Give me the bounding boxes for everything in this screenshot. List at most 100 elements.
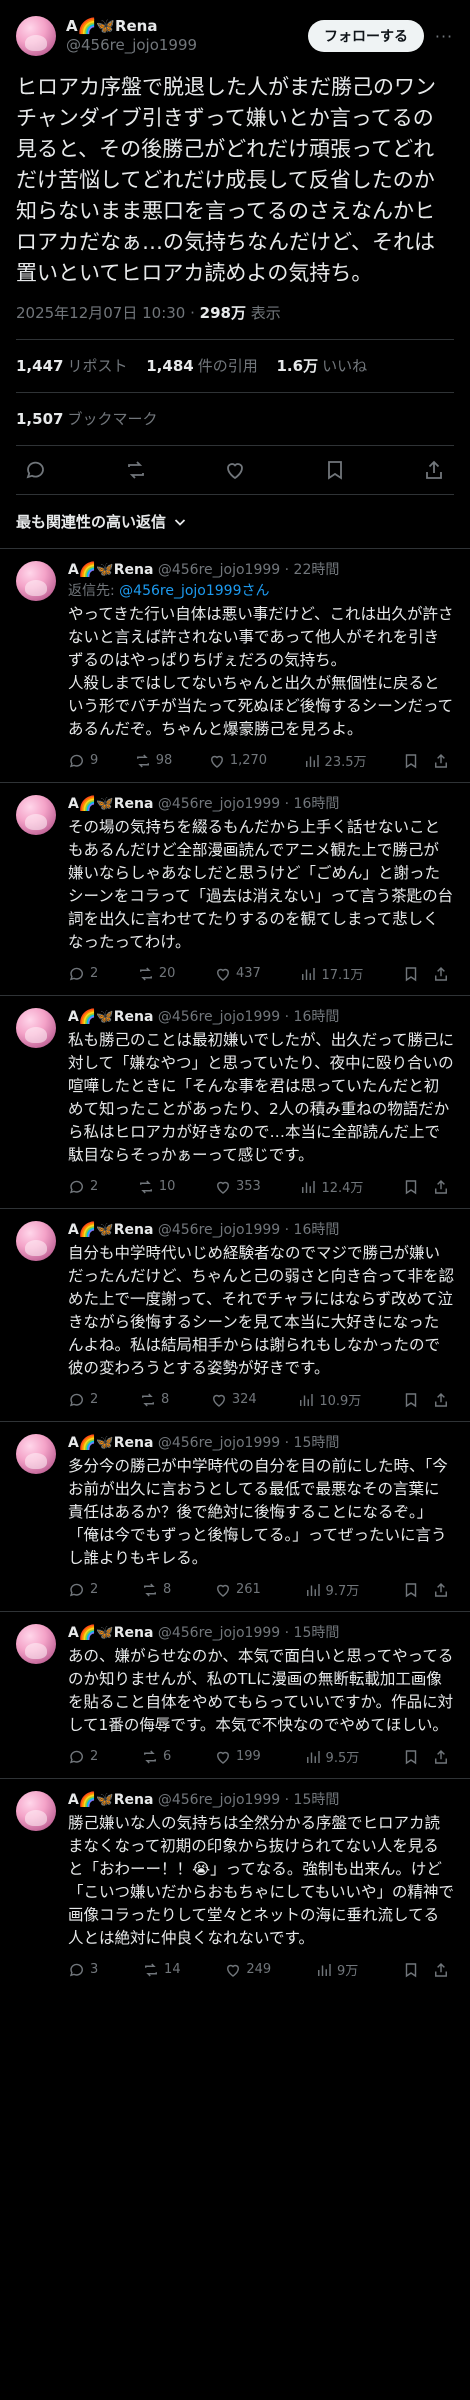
reply-author-name[interactable]: A🌈🦋Rena: [68, 562, 153, 578]
author-avatar[interactable]: [16, 16, 56, 56]
reply-author-handle[interactable]: @456re_jojo1999: [158, 562, 280, 578]
reply-item[interactable]: A🌈🦋Rena @456re_jojo1999 · 15時間 勝己嫌いな人の気持ち…: [0, 1778, 470, 1991]
quotes-stat[interactable]: 1,484 件の引用: [146, 357, 257, 375]
reply-time[interactable]: 22時間: [294, 562, 340, 578]
views-count: 9万: [336, 1964, 359, 1979]
reply-item[interactable]: A🌈🦋Rena @456re_jojo1999 · 15時間 多分今の勝己が中学時…: [0, 1421, 470, 1611]
reply-to-mention[interactable]: @456re_jojo1999さん: [119, 583, 269, 599]
share-icon[interactable]: [432, 1961, 450, 1979]
reply-time[interactable]: 16時間: [294, 1222, 340, 1238]
reply-like-button[interactable]: 353: [214, 1178, 261, 1196]
reply-views-button[interactable]: 12.4万: [299, 1177, 363, 1196]
reply-avatar[interactable]: [16, 1624, 56, 1664]
share-icon[interactable]: [432, 1391, 450, 1409]
reply-author-name[interactable]: A🌈🦋Rena: [68, 1435, 153, 1451]
reply-item[interactable]: A🌈🦋Rena @456re_jojo1999 · 16時間 自分も中学時代いじめ…: [0, 1208, 470, 1421]
bookmark-icon[interactable]: [402, 965, 420, 983]
reply-item[interactable]: A🌈🦋Rena @456re_jojo1999 · 15時間 あの、嫌がらせなのか…: [0, 1611, 470, 1778]
reply-avatar[interactable]: [16, 1008, 56, 1048]
bookmark-icon[interactable]: [323, 458, 347, 482]
reply-author-name[interactable]: A🌈🦋Rena: [68, 1009, 153, 1025]
reply-reply-button[interactable]: 2: [68, 965, 98, 983]
reply-avatar[interactable]: [16, 1434, 56, 1474]
bookmark-icon[interactable]: [402, 1178, 420, 1196]
reply-reply-button[interactable]: 2: [68, 1391, 98, 1409]
views-icon: [303, 752, 321, 770]
reply-repost-button[interactable]: 14: [142, 1961, 181, 1979]
reply-action-bar: 2 20 437 17.1万: [68, 964, 454, 983]
reply-icon[interactable]: [24, 458, 48, 482]
reply-author-handle[interactable]: @456re_jojo1999: [158, 1222, 280, 1238]
author-display-name[interactable]: A🌈🦋Rena: [66, 17, 308, 36]
repost-icon: [141, 1748, 159, 1766]
reply-like-button[interactable]: 199: [214, 1748, 261, 1766]
reply-time[interactable]: 16時間: [294, 1009, 340, 1025]
reply-time[interactable]: 15時間: [294, 1625, 340, 1641]
reply-item[interactable]: A🌈🦋Rena @456re_jojo1999 · 22時間 返信先: @456r…: [0, 548, 470, 782]
share-icon[interactable]: [432, 965, 450, 983]
reply-repost-button[interactable]: 6: [141, 1748, 171, 1766]
reply-repost-button[interactable]: 8: [141, 1581, 171, 1599]
reply-author-handle[interactable]: @456re_jojo1999: [158, 1625, 280, 1641]
reply-views-button[interactable]: 17.1万: [299, 964, 363, 983]
reply-views-button[interactable]: 10.9万: [297, 1390, 361, 1409]
bookmark-icon[interactable]: [402, 752, 420, 770]
reply-author-handle[interactable]: @456re_jojo1999: [158, 1435, 280, 1451]
reply-like-button[interactable]: 437: [214, 965, 261, 983]
post-text: ヒロアカ序盤で脱退した人がまだ勝己のワンチャンダイブ引きずって嫌いとか言ってるの…: [16, 75, 436, 285]
like-icon[interactable]: [223, 458, 247, 482]
reply-views-button[interactable]: 23.5万: [303, 751, 367, 770]
reply-reply-button[interactable]: 2: [68, 1178, 98, 1196]
bookmark-icon[interactable]: [402, 1581, 420, 1599]
repost-icon[interactable]: [124, 458, 148, 482]
share-icon[interactable]: [432, 752, 450, 770]
follow-button[interactable]: フォローする: [308, 20, 424, 52]
likes-stat[interactable]: 1.6万 いいね: [277, 357, 368, 375]
reply-reply-button[interactable]: 2: [68, 1748, 98, 1766]
more-options-icon[interactable]: ···: [434, 27, 454, 46]
bookmark-icon[interactable]: [402, 1961, 420, 1979]
reply-item[interactable]: A🌈🦋Rena @456re_jojo1999 · 16時間 その場の気持ちを綴る…: [0, 782, 470, 995]
author-handle[interactable]: @456re_jojo1999: [66, 36, 308, 55]
reply-reply-button[interactable]: 3: [68, 1961, 98, 1979]
bookmark-icon[interactable]: [402, 1748, 420, 1766]
reply-repost-button[interactable]: 98: [134, 752, 172, 770]
reply-avatar[interactable]: [16, 795, 56, 835]
bookmark-icon[interactable]: [402, 1391, 420, 1409]
reply-views-button[interactable]: 9.5万: [304, 1747, 359, 1766]
share-icon[interactable]: [432, 1748, 450, 1766]
reply-avatar[interactable]: [16, 1221, 56, 1261]
reply-count: 2: [90, 966, 99, 981]
reply-time[interactable]: 15時間: [294, 1792, 340, 1808]
reply-repost-button[interactable]: 8: [139, 1391, 169, 1409]
reply-repost-button[interactable]: 10: [137, 1178, 175, 1196]
reply-author-handle[interactable]: @456re_jojo1999: [158, 1009, 280, 1025]
reply-time[interactable]: 16時間: [294, 796, 340, 812]
reply-like-button[interactable]: 249: [224, 1961, 271, 1979]
share-icon[interactable]: [432, 1178, 450, 1196]
reply-author-name[interactable]: A🌈🦋Rena: [68, 1792, 153, 1808]
reply-views-button[interactable]: 9.7万: [304, 1580, 359, 1599]
reply-like-button[interactable]: 1,270: [208, 752, 267, 770]
reply-reply-button[interactable]: 9: [68, 752, 98, 770]
reply-avatar[interactable]: [16, 561, 56, 601]
post-timestamp[interactable]: 2025年12月07日 10:30 ·: [16, 304, 200, 322]
reply-author-name[interactable]: A🌈🦋Rena: [68, 796, 153, 812]
share-icon[interactable]: [432, 1581, 450, 1599]
reply-author-handle[interactable]: @456re_jojo1999: [158, 796, 280, 812]
reply-author-handle[interactable]: @456re_jojo1999: [158, 1792, 280, 1808]
reply-like-button[interactable]: 324: [210, 1391, 257, 1409]
reposts-stat[interactable]: 1,447 リポスト: [16, 357, 127, 375]
reply-views-button[interactable]: 9万: [315, 1960, 358, 1979]
reply-time[interactable]: 15時間: [294, 1435, 340, 1451]
reply-reply-button[interactable]: 2: [68, 1581, 98, 1599]
reply-repost-button[interactable]: 20: [137, 965, 175, 983]
share-icon[interactable]: [422, 458, 446, 482]
reply-avatar[interactable]: [16, 1791, 56, 1831]
bookmarks-stat[interactable]: 1,507 ブックマーク: [16, 410, 157, 428]
reply-like-button[interactable]: 261: [214, 1581, 261, 1599]
reply-author-name[interactable]: A🌈🦋Rena: [68, 1222, 153, 1238]
reply-sort-toggle[interactable]: 最も関連性の高い返信: [16, 495, 454, 548]
reply-item[interactable]: A🌈🦋Rena @456re_jojo1999 · 16時間 私も勝己のことは最初…: [0, 995, 470, 1208]
reply-author-name[interactable]: A🌈🦋Rena: [68, 1625, 153, 1641]
